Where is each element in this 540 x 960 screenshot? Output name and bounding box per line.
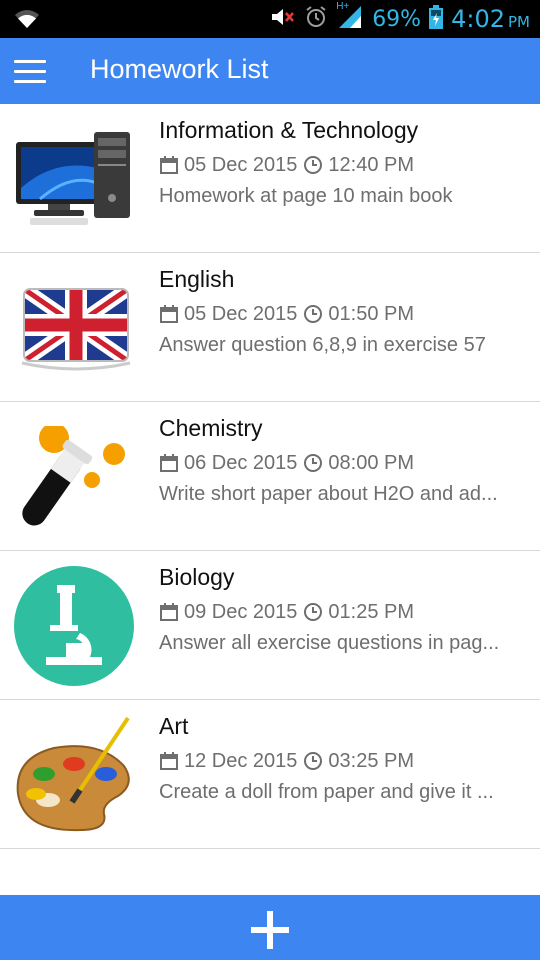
homework-date: 09 Dec 2015	[184, 600, 298, 623]
clock-icon	[304, 752, 323, 770]
homework-time: 01:50 PM	[328, 302, 415, 325]
microscope-icon	[10, 565, 138, 687]
calendar-icon	[160, 603, 178, 621]
calendar-icon	[160, 454, 178, 472]
app-bar: Homework List	[0, 38, 540, 104]
calendar-icon	[160, 305, 178, 323]
wifi-icon	[14, 7, 40, 34]
homework-time: 03:25 PM	[328, 749, 415, 772]
homework-description: Answer all exercise questions in pag...	[159, 632, 500, 654]
calendar-icon	[160, 752, 178, 770]
homework-subject: Art	[159, 713, 189, 739]
hamburger-menu-icon[interactable]	[14, 60, 46, 84]
test-tube-icon	[10, 423, 138, 528]
homework-date: 05 Dec 2015	[184, 302, 298, 325]
homework-description: Create a doll from paper and give it ...	[159, 781, 494, 803]
homework-list: Information & Technology 05 Dec 2015 12:…	[0, 104, 540, 849]
homework-subject: English	[159, 266, 235, 292]
paint-palette-icon	[10, 714, 138, 836]
network-type-label: H+	[336, 0, 350, 12]
mute-icon	[270, 6, 296, 33]
homework-time: 12:40 PM	[328, 153, 415, 176]
homework-date: 12 Dec 2015	[184, 749, 298, 772]
homework-subject: Biology	[159, 564, 235, 590]
page-title: Homework List	[90, 54, 269, 84]
homework-time: 01:25 PM	[328, 600, 415, 623]
homework-description: Homework at page 10 main book	[159, 185, 453, 207]
homework-item[interactable]: Art 12 Dec 2015 03:25 PM Create a doll f…	[0, 700, 540, 849]
homework-description: Answer question 6,8,9 in exercise 57	[159, 334, 486, 356]
homework-date: 05 Dec 2015	[184, 153, 298, 176]
computer-icon	[10, 128, 138, 230]
uk-flag-icon	[10, 277, 138, 379]
homework-datetime: 05 Dec 2015 12:40 PM	[159, 152, 414, 178]
battery-percent: 69%	[372, 6, 422, 32]
clock-time: 4:02	[451, 5, 505, 33]
add-homework-button[interactable]	[0, 895, 540, 960]
battery-icon	[429, 4, 444, 34]
homework-item[interactable]: Biology 09 Dec 2015 01:25 PM Answer all …	[0, 551, 540, 700]
status-bar: H+ 69% 4:02 PM	[0, 0, 540, 38]
clock-icon	[304, 454, 323, 472]
clock-icon	[304, 305, 323, 323]
homework-datetime: 05 Dec 2015 01:50 PM	[159, 301, 414, 327]
homework-subject: Information & Technology	[159, 117, 419, 143]
homework-description: Write short paper about H2O and ad...	[159, 483, 498, 505]
homework-time: 08:00 PM	[328, 451, 415, 474]
homework-datetime: 12 Dec 2015 03:25 PM	[159, 748, 414, 774]
homework-date: 06 Dec 2015	[184, 451, 298, 474]
signal-icon: H+	[336, 0, 364, 35]
clock-icon	[304, 156, 323, 174]
homework-subject: Chemistry	[159, 415, 263, 441]
alarm-icon	[304, 5, 328, 34]
clock-icon	[304, 603, 323, 621]
clock-ampm: PM	[508, 13, 530, 31]
homework-datetime: 06 Dec 2015 08:00 PM	[159, 450, 414, 476]
homework-datetime: 09 Dec 2015 01:25 PM	[159, 599, 414, 625]
plus-icon	[251, 911, 289, 949]
homework-item[interactable]: Chemistry 06 Dec 2015 08:00 PM Write sho…	[0, 402, 540, 551]
homework-item[interactable]: Information & Technology 05 Dec 2015 12:…	[0, 104, 540, 253]
homework-item[interactable]: English 05 Dec 2015 01:50 PM Answer ques…	[0, 253, 540, 402]
calendar-icon	[160, 156, 178, 174]
